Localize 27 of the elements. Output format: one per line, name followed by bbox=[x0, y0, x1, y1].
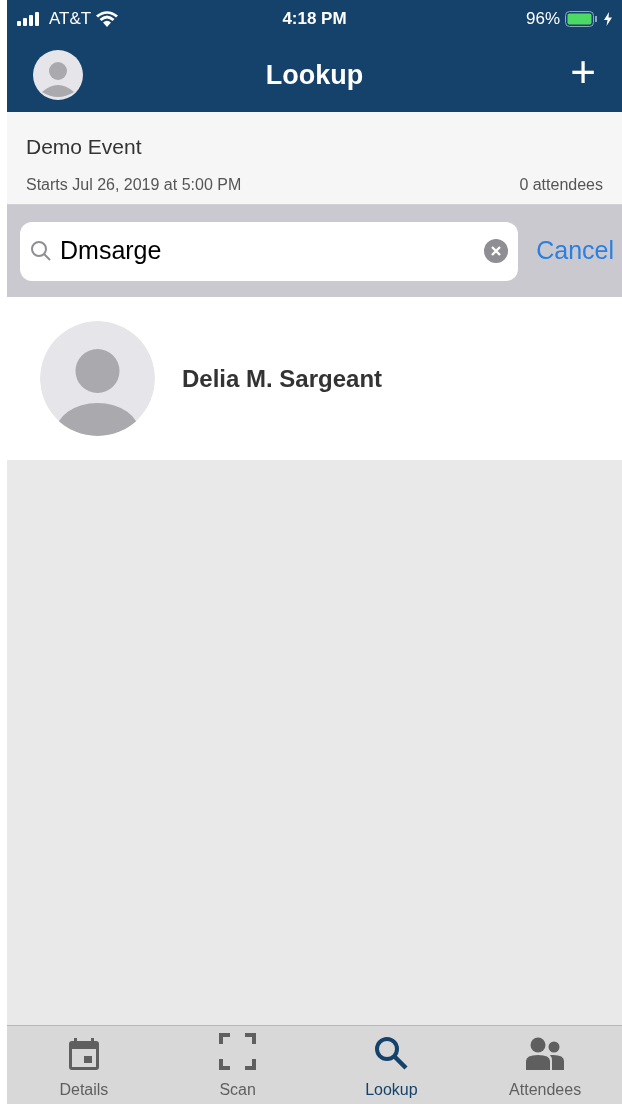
search-icon bbox=[374, 1036, 409, 1070]
add-button[interactable]: + bbox=[570, 50, 596, 100]
search-input[interactable]: Dmsarge bbox=[60, 232, 477, 270]
wifi-icon bbox=[96, 11, 119, 27]
tab-button[interactable]: Attendees bbox=[468, 1026, 622, 1104]
avatar-icon bbox=[40, 321, 155, 436]
search-icon bbox=[30, 240, 52, 262]
event-start-time: Starts Jul 26, 2019 at 5:00 PM bbox=[26, 174, 242, 195]
people-icon bbox=[526, 1036, 565, 1070]
charging-icon bbox=[604, 12, 612, 26]
event-name: Demo Event bbox=[26, 134, 143, 160]
battery-icon bbox=[565, 11, 599, 27]
screen-title: Lookup bbox=[265, 58, 364, 92]
carrier-label: AT&T bbox=[49, 8, 92, 31]
tab-button[interactable]: Details bbox=[7, 1026, 161, 1104]
search-field[interactable]: Dmsarge bbox=[20, 221, 519, 281]
tab-button[interactable]: Scan bbox=[160, 1026, 315, 1104]
clock-time: 4:18 PM bbox=[282, 8, 347, 31]
result-row[interactable]: Delia M. Sargeant bbox=[7, 297, 622, 460]
calendar-icon bbox=[68, 1038, 99, 1070]
battery-percent: 96% bbox=[525, 8, 560, 31]
profile-avatar-icon[interactable] bbox=[33, 50, 83, 100]
clear-icon[interactable] bbox=[484, 239, 509, 263]
attendee-count: 0 attendees bbox=[519, 174, 603, 195]
tab-button[interactable]: Lookup bbox=[314, 1026, 469, 1104]
attendee-name: Delia M. Sargeant bbox=[182, 363, 383, 394]
scan-frame-icon bbox=[219, 1033, 257, 1070]
